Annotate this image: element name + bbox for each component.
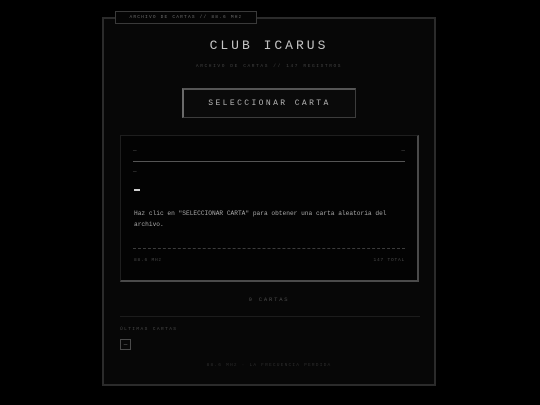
recent-cards-label: ÚLTIMAS CARTAS (120, 327, 178, 332)
recent-card-item[interactable]: — (120, 339, 131, 350)
archive-tag: ARCHIVO DE CARTAS // 88.6 MHz (115, 11, 257, 24)
card-total: 147 TOTAL (373, 258, 405, 263)
card-count: 0 CARTAS (248, 296, 290, 303)
card-message: Haz clic en "SELECCIONAR CARTA" para obt… (134, 210, 387, 228)
page-title: CLUB ICARUS (209, 38, 329, 53)
text-cursor (134, 189, 140, 191)
section-divider (120, 316, 420, 317)
card-rule (133, 161, 405, 162)
page-footer: 88.6 MHz · LA FRECUENCIA PERDIDA (206, 363, 332, 368)
card-frequency: 88.6 MHz (134, 258, 163, 263)
card-corner-left: — (133, 147, 137, 154)
select-card-button[interactable]: SELECCIONAR CARTA (182, 88, 356, 118)
page-subtitle: ARCHIVO DE CARTAS // 147 REGISTROS (195, 64, 343, 69)
card-dashed-divider (133, 248, 405, 249)
card-display: — — — Haz clic en "SELECCIONAR CARTA" pa… (120, 135, 419, 282)
card-corner-right: — (401, 147, 405, 154)
card-line-marker: — (133, 168, 137, 175)
